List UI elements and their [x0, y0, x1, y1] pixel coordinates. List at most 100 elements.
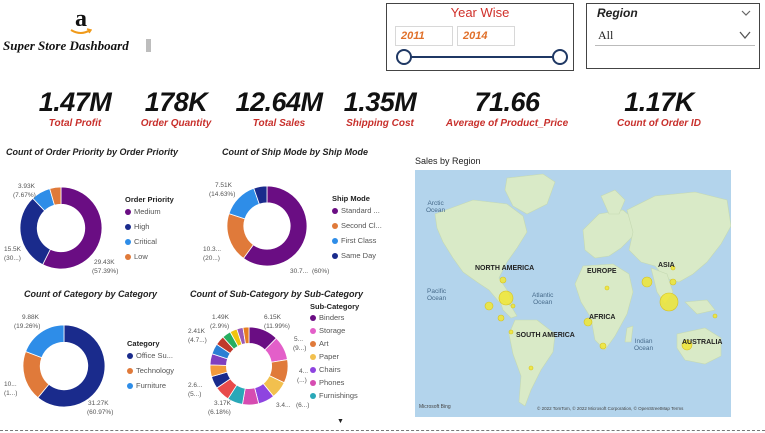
data-label: (19.26%)	[14, 323, 41, 330]
legend-dot-icon	[127, 382, 133, 389]
ship-mode-donut[interactable]	[226, 185, 308, 267]
legend-item[interactable]: Furnishings	[310, 389, 359, 402]
dashboard: a Super Store Dashboard Year Wise 2011 2…	[0, 0, 765, 433]
region-dropdown[interactable]: All	[595, 24, 755, 46]
data-label: (2.9%)	[210, 323, 230, 330]
ship-mode-legend: Ship Mode Standard ... Second Cl... Firs…	[332, 194, 382, 263]
ocean-label-indian: Indian Ocean	[634, 338, 654, 352]
data-label: (7.67%)	[13, 192, 36, 199]
data-label: (60.97%)	[87, 409, 114, 416]
legend-dot-icon	[332, 207, 338, 214]
world-map[interactable]	[415, 170, 731, 417]
legend-item[interactable]: Low	[125, 249, 174, 264]
data-label: 10...	[4, 381, 17, 388]
legend-item[interactable]: Paper	[310, 350, 359, 363]
chevron-down-icon	[739, 31, 751, 40]
sub-category-legend: Sub-Category Binders Storage Art Paper C…	[310, 302, 359, 402]
legend-dot-icon	[310, 392, 316, 399]
chart-title: Count of Sub-Category by Sub-Category	[190, 289, 363, 299]
legend-item[interactable]: Technology	[127, 363, 174, 378]
scroll-down-icon[interactable]: ▼	[337, 418, 344, 425]
map-copyright[interactable]: © 2022 TomTom, © 2022 Microsoft Corporat…	[537, 406, 683, 411]
chart-title: Count of Order Priority by Order Priorit…	[6, 147, 179, 157]
data-label: 3.17K	[214, 400, 231, 407]
data-label: (60%)	[312, 268, 330, 275]
kpi-label: Total Profit	[48, 118, 102, 129]
africa-landmass	[574, 263, 634, 351]
dashboard-title: Super Store Dashboard	[3, 38, 129, 53]
legend-dot-icon	[332, 252, 338, 259]
data-label: (1...)	[4, 390, 18, 397]
legend-item[interactable]: Phones	[310, 376, 359, 389]
legend-dot-icon	[127, 352, 133, 359]
category-donut[interactable]	[22, 324, 106, 408]
region-label-asia: ASIA	[658, 262, 675, 269]
category-legend: Category Office Su... Technology Furnitu…	[127, 339, 174, 393]
text-cursor	[146, 39, 151, 52]
kpi-label: Count of Order ID	[617, 118, 701, 129]
legend-item[interactable]: Second Cl...	[332, 218, 382, 233]
sub-category-donut[interactable]	[209, 326, 289, 406]
sales-bubble-north-america-2	[499, 276, 507, 284]
collapse-chevron-icon[interactable]	[741, 8, 751, 18]
page-divider	[0, 430, 765, 431]
region-label-south-america: SOUTH AMERICA	[516, 332, 575, 339]
end-year-input[interactable]: 2014	[457, 26, 515, 46]
year-slider-end-handle[interactable]	[552, 49, 568, 65]
legend-item[interactable]: Medium	[125, 204, 174, 219]
data-label: 7.51K	[215, 182, 232, 189]
ocean-label-arctic: Arctic Ocean	[426, 200, 446, 214]
kpi-label: Average of Product_Price	[445, 118, 569, 129]
sales-bubble-north-america-4	[497, 314, 505, 322]
start-year-input[interactable]: 2011	[395, 26, 453, 46]
legend-item[interactable]: Critical	[125, 234, 174, 249]
kpi-label: Total Sales	[252, 118, 306, 129]
kpi-value: 71.66	[474, 87, 540, 117]
year-slider-track[interactable]	[403, 56, 559, 58]
data-label: (6...)	[296, 402, 310, 409]
kpi-count-order-id: 1.17K Count of Order ID	[606, 86, 712, 130]
sales-bubble-south-america-1	[508, 329, 514, 335]
legend-item[interactable]: Standard ...	[332, 203, 382, 218]
legend-item[interactable]: Furniture	[127, 378, 174, 393]
legend-dot-icon	[332, 237, 338, 244]
data-label: 4...	[299, 368, 309, 375]
ocean-label-atlantic: Atlantic Ocean	[532, 292, 554, 306]
legend-title: Order Priority	[125, 195, 174, 204]
kpi-total-profit: 1.47M Total Profit	[30, 86, 120, 130]
data-label: 5...	[294, 336, 304, 343]
data-label: (6.18%)	[208, 409, 231, 416]
year-slicer[interactable]: Year Wise 2011 2014	[386, 3, 574, 71]
legend-dot-icon	[125, 208, 131, 215]
data-label: (9...)	[293, 345, 307, 352]
data-label: (...)	[297, 377, 307, 384]
legend-dot-icon	[127, 367, 133, 374]
legend-item[interactable]: Chairs	[310, 363, 359, 376]
legend-item[interactable]: First Class	[332, 233, 382, 248]
legend-dot-icon	[125, 238, 131, 245]
data-label: 15.5K	[4, 246, 21, 253]
sales-map[interactable]: Arctic Ocean Pacific Ocean Atlantic Ocean I…	[415, 170, 731, 417]
legend-item[interactable]: Same Day	[332, 248, 382, 263]
data-label: 3.4...	[276, 402, 291, 409]
data-label: 2.41K	[188, 328, 205, 335]
sales-bubble-pacific	[712, 313, 718, 319]
legend-dot-icon	[310, 327, 316, 334]
legend-dot-icon	[310, 314, 316, 321]
data-label: 29.43K	[94, 259, 115, 266]
region-slicer-title: Region	[597, 6, 638, 20]
legend-title: Sub-Category	[310, 302, 360, 311]
legend-item[interactable]: Storage	[310, 324, 359, 337]
sales-bubble-north-america-3	[484, 301, 494, 311]
region-slicer[interactable]: Region All	[586, 3, 760, 69]
legend-item[interactable]: High	[125, 219, 174, 234]
legend-item[interactable]: Office Su...	[127, 348, 174, 363]
region-label-australia: AUSTRALIA	[682, 339, 723, 346]
year-slider-start-handle[interactable]	[396, 49, 412, 65]
legend-item[interactable]: Art	[310, 337, 359, 350]
legend-dot-icon	[125, 223, 131, 230]
sales-bubble-africa-2	[599, 342, 607, 350]
legend-item[interactable]: Binders	[310, 311, 359, 324]
data-label: 1.49K	[212, 314, 229, 321]
data-label: (57.39%)	[92, 268, 119, 275]
